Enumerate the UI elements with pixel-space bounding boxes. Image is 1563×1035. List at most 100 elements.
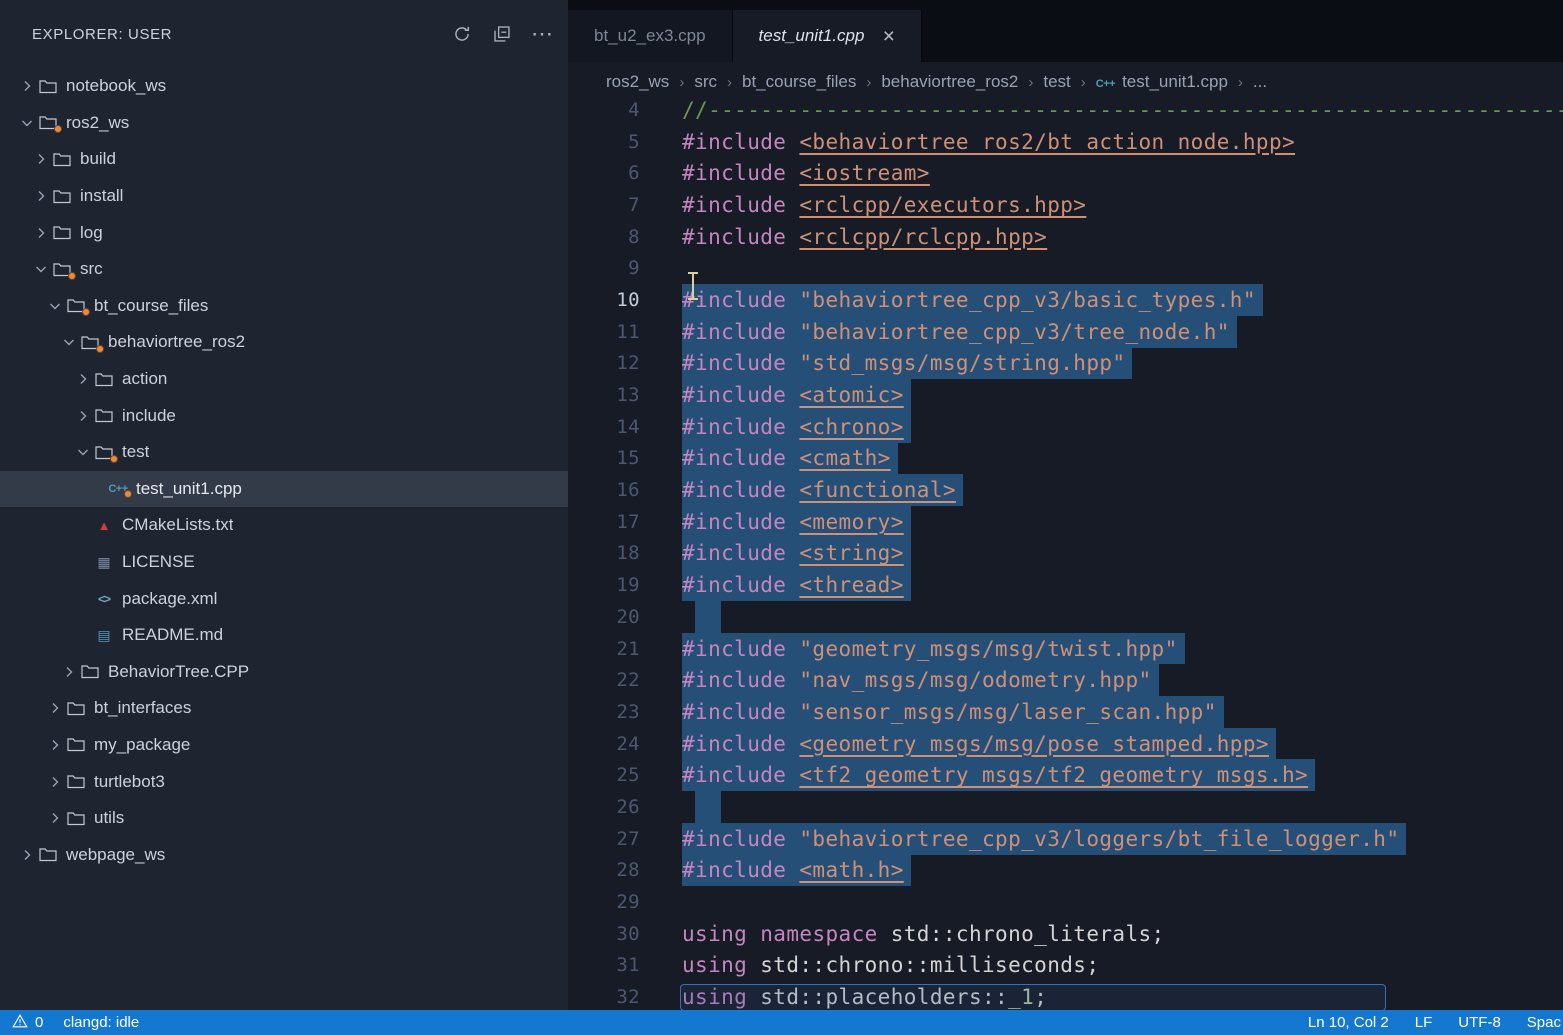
code-line[interactable]: 20 bbox=[568, 601, 1563, 633]
line-number[interactable]: 6 bbox=[568, 162, 640, 184]
tree-folder-test[interactable]: test bbox=[0, 434, 568, 471]
code-line[interactable]: 21#include "geometry_msgs/msg/twist.hpp" bbox=[568, 633, 1563, 665]
line-number[interactable]: 14 bbox=[568, 416, 640, 438]
tree-file-CMakeLists.txt[interactable]: ▲CMakeLists.txt bbox=[0, 507, 568, 544]
code-token: //--------------------------------------… bbox=[682, 98, 1563, 122]
tree-file-LICENSE[interactable]: ▦LICENSE bbox=[0, 544, 568, 581]
line-number[interactable]: 32 bbox=[568, 986, 640, 1008]
problems-indicator[interactable]: 0 bbox=[12, 1014, 43, 1032]
tree-folder-bt_interfaces[interactable]: bt_interfaces bbox=[0, 690, 568, 727]
code-line[interactable]: 8#include <rclcpp/rclcpp.hpp> bbox=[568, 221, 1563, 253]
more-actions-icon[interactable]: ⋯ bbox=[530, 22, 554, 46]
code-line[interactable]: 24#include <geometry_msgs/msg/pose_stamp… bbox=[568, 728, 1563, 760]
tree-folder-my_package[interactable]: my_package bbox=[0, 727, 568, 764]
code-line[interactable]: 19#include <thread> bbox=[568, 569, 1563, 601]
line-number[interactable]: 18 bbox=[568, 542, 640, 564]
line-number[interactable]: 24 bbox=[568, 733, 640, 755]
code-line[interactable]: 26 bbox=[568, 791, 1563, 823]
code-line[interactable]: 12#include "std_msgs/msg/string.hpp" bbox=[568, 348, 1563, 380]
code-line[interactable]: 29 bbox=[568, 886, 1563, 918]
line-number[interactable]: 10 bbox=[568, 289, 640, 311]
line-number[interactable]: 25 bbox=[568, 764, 640, 786]
collapse-folders-icon[interactable] bbox=[490, 22, 514, 46]
code-line[interactable]: 4 //-------------------------------------… bbox=[568, 94, 1563, 126]
line-number[interactable]: 26 bbox=[568, 796, 640, 818]
breadcrumb-item-test_unit1.cpp[interactable]: C++test_unit1.cpp bbox=[1096, 72, 1228, 92]
eol-indicator[interactable]: LF bbox=[1415, 1014, 1433, 1031]
tree-folder-bt_course_files[interactable]: bt_course_files bbox=[0, 288, 568, 325]
tree-folder-utils[interactable]: utils bbox=[0, 800, 568, 837]
code-line[interactable]: 23#include "sensor_msgs/msg/laser_scan.h… bbox=[568, 696, 1563, 728]
line-number[interactable]: 16 bbox=[568, 479, 640, 501]
code-line[interactable]: 22#include "nav_msgs/msg/odometry.hpp" bbox=[568, 664, 1563, 696]
line-number[interactable]: 12 bbox=[568, 352, 640, 374]
tree-file-package.xml[interactable]: <>package.xml bbox=[0, 580, 568, 617]
code-line[interactable]: 11#include "behaviortree_cpp_v3/tree_nod… bbox=[568, 316, 1563, 348]
line-number[interactable]: 7 bbox=[568, 194, 640, 216]
line-number[interactable]: 8 bbox=[568, 226, 640, 248]
cursor-position[interactable]: Ln 10, Col 2 bbox=[1308, 1014, 1389, 1031]
code-line[interactable]: 15#include <cmath> bbox=[568, 443, 1563, 475]
tree-folder-BehaviorTree.CPP[interactable]: BehaviorTree.CPP bbox=[0, 654, 568, 691]
breadcrumb-item-test[interactable]: test bbox=[1043, 72, 1070, 92]
breadcrumb-item-...[interactable]: ... bbox=[1253, 72, 1267, 92]
tree-folder-include[interactable]: include bbox=[0, 397, 568, 434]
line-number[interactable]: 31 bbox=[568, 954, 640, 976]
close-icon[interactable]: × bbox=[882, 26, 894, 47]
breadcrumb-item-ros2_ws[interactable]: ros2_ws bbox=[606, 72, 669, 92]
tree-folder-behaviortree_ros2[interactable]: behaviortree_ros2 bbox=[0, 324, 568, 361]
code-line[interactable]: 17#include <memory> bbox=[568, 506, 1563, 538]
tree-folder-ros2_ws[interactable]: ros2_ws bbox=[0, 105, 568, 142]
line-number[interactable]: 17 bbox=[568, 511, 640, 533]
code-line[interactable]: 16#include <functional> bbox=[568, 474, 1563, 506]
code-line[interactable]: 14#include <chrono> bbox=[568, 411, 1563, 443]
tree-folder-src[interactable]: src bbox=[0, 251, 568, 288]
line-number[interactable]: 9 bbox=[568, 257, 640, 279]
tab-test_unit1.cpp[interactable]: test_unit1.cpp× bbox=[733, 10, 922, 62]
tree-folder-log[interactable]: log bbox=[0, 214, 568, 251]
line-number[interactable]: 5 bbox=[568, 131, 640, 153]
line-number[interactable]: 15 bbox=[568, 447, 640, 469]
code-line[interactable]: 30using namespace std::chrono_literals; bbox=[568, 918, 1563, 950]
line-number[interactable]: 27 bbox=[568, 828, 640, 850]
breadcrumb-item-src[interactable]: src bbox=[694, 72, 717, 92]
code-line[interactable]: 31using std::chrono::milliseconds; bbox=[568, 950, 1563, 982]
tree-folder-notebook_ws[interactable]: notebook_ws bbox=[0, 68, 568, 105]
code-line[interactable]: 9 bbox=[568, 252, 1563, 284]
indentation-label: Spac bbox=[1527, 1014, 1561, 1031]
tree-folder-action[interactable]: action bbox=[0, 361, 568, 398]
encoding-indicator[interactable]: UTF-8 bbox=[1458, 1014, 1501, 1031]
clangd-status[interactable]: clangd: idle bbox=[63, 1014, 139, 1031]
indentation-indicator[interactable]: Spac bbox=[1527, 1014, 1561, 1031]
code-line[interactable]: 6#include <iostream> bbox=[568, 157, 1563, 189]
line-number[interactable]: 21 bbox=[568, 638, 640, 660]
tree-file-test_unit1.cpp[interactable]: C++test_unit1.cpp bbox=[0, 471, 568, 508]
code-line[interactable]: 7#include <rclcpp/executors.hpp> bbox=[568, 189, 1563, 221]
code-line[interactable]: 28#include <math.h> bbox=[568, 855, 1563, 887]
code-line[interactable]: 25#include <tf2_geometry_msgs/tf2_geomet… bbox=[568, 759, 1563, 791]
line-number[interactable]: 30 bbox=[568, 923, 640, 945]
line-number[interactable]: 4 bbox=[568, 99, 640, 121]
code-line[interactable]: 18#include <string> bbox=[568, 538, 1563, 570]
tree-folder-build[interactable]: build bbox=[0, 141, 568, 178]
tree-file-README.md[interactable]: ▤README.md bbox=[0, 617, 568, 654]
line-number[interactable]: 29 bbox=[568, 891, 640, 913]
refresh-icon[interactable] bbox=[450, 22, 474, 46]
line-number[interactable]: 13 bbox=[568, 384, 640, 406]
line-number[interactable]: 28 bbox=[568, 859, 640, 881]
tree-folder-turtlebot3[interactable]: turtlebot3 bbox=[0, 763, 568, 800]
line-number[interactable]: 20 bbox=[568, 606, 640, 628]
code-line[interactable]: 5#include <behaviortree_ros2/bt_action_n… bbox=[568, 126, 1563, 158]
code-line[interactable]: 13#include <atomic> bbox=[568, 379, 1563, 411]
line-number[interactable]: 19 bbox=[568, 574, 640, 596]
breadcrumb-item-behaviortree_ros2[interactable]: behaviortree_ros2 bbox=[881, 72, 1018, 92]
code-line[interactable]: 10#include "behaviortree_cpp_v3/basic_ty… bbox=[568, 284, 1563, 316]
tab-bt_u2_ex3.cpp[interactable]: bt_u2_ex3.cpp bbox=[568, 10, 733, 62]
line-number[interactable]: 22 bbox=[568, 669, 640, 691]
line-number[interactable]: 23 bbox=[568, 701, 640, 723]
tree-folder-install[interactable]: install bbox=[0, 178, 568, 215]
code-line[interactable]: 27#include "behaviortree_cpp_v3/loggers/… bbox=[568, 823, 1563, 855]
line-number[interactable]: 11 bbox=[568, 321, 640, 343]
breadcrumb-item-bt_course_files[interactable]: bt_course_files bbox=[742, 72, 856, 92]
tree-folder-webpage_ws[interactable]: webpage_ws bbox=[0, 836, 568, 873]
